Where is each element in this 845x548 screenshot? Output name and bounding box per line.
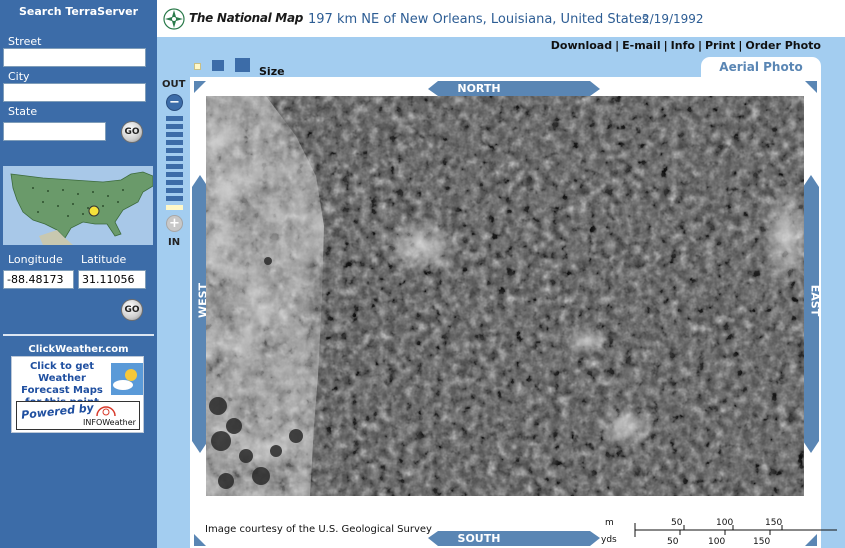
scale-yds-unit: yds [601, 535, 617, 545]
scale-m-unit: m [605, 518, 614, 528]
zoom-level-10[interactable] [166, 188, 183, 193]
infoweather-text: INFOWeather [83, 418, 136, 427]
size-large-button[interactable] [235, 58, 250, 72]
zoom-level-4[interactable] [166, 140, 183, 145]
aerial-photo-image[interactable] [206, 96, 804, 496]
zoom-level-11[interactable] [166, 196, 183, 201]
longitude-input[interactable] [3, 270, 74, 289]
scale-m-tick: 50 [671, 518, 683, 528]
zoom-level-current[interactable] [166, 205, 183, 210]
infoweather-logo-icon [96, 406, 116, 417]
logo-text: The National Map [189, 11, 304, 25]
image-date: 2/19/1992 [642, 12, 704, 26]
search-go-button[interactable]: GO [121, 121, 143, 143]
link-separator: | [738, 39, 743, 52]
city-label: City [8, 70, 30, 83]
image-credit: Image courtesy of the U.S. Geological Su… [205, 524, 432, 535]
pan-east-button[interactable]: EAST [809, 271, 822, 331]
pan-northwest-button[interactable] [194, 81, 206, 93]
link-separator: | [663, 39, 668, 52]
size-medium-button[interactable] [212, 60, 224, 71]
location-title: 197 km NE of New Orleans, Louisiana, Uni… [308, 12, 649, 27]
zoom-out-button[interactable]: − [166, 94, 183, 111]
zoom-level-8[interactable] [166, 172, 183, 177]
sidebar-title: Search TerraServer [18, 5, 139, 18]
street-input[interactable] [3, 48, 146, 67]
sidebar-divider [3, 334, 154, 336]
action-links: Download | E-mail | Info | Print | Order Photo [551, 39, 821, 52]
download-link[interactable]: Download [551, 39, 612, 52]
zoom-level-3[interactable] [166, 132, 183, 137]
zoom-level-5[interactable] [166, 148, 183, 153]
email-link[interactable]: E-mail [622, 39, 661, 52]
state-label: State [8, 105, 38, 118]
zoom-level-1[interactable] [166, 116, 183, 121]
longitude-label: Longitude [8, 253, 63, 266]
aerial-photo-graphic [206, 96, 804, 496]
street-label: Street [8, 35, 42, 48]
zoom-level-2[interactable] [166, 124, 183, 129]
scale-yds-tick: 100 [708, 537, 725, 545]
coords-go-button[interactable]: GO [121, 299, 143, 321]
national-map-logo-icon [163, 8, 185, 30]
overview-map[interactable] [3, 166, 153, 245]
header: The National Map 197 km NE of New Orlean… [157, 0, 845, 37]
pan-southwest-button[interactable] [194, 534, 206, 546]
order-photo-link[interactable]: Order Photo [745, 39, 821, 52]
scale-yds-tick: 150 [753, 537, 770, 545]
zoom-level-9[interactable] [166, 180, 183, 185]
info-link[interactable]: Info [671, 39, 695, 52]
scale-yds-tick: 50 [667, 537, 679, 545]
pan-south-button[interactable]: SOUTH [437, 532, 521, 545]
pan-northeast-button[interactable] [805, 81, 817, 93]
scale-bar: m yds 50 100 150 50 100 150 [601, 518, 837, 545]
zoom-in-label: IN [168, 237, 181, 248]
scale-m-tick: 100 [716, 518, 733, 528]
city-input[interactable] [3, 83, 146, 102]
size-small-button[interactable] [194, 63, 201, 70]
clickweather-title: ClickWeather.com [28, 344, 129, 355]
us-map-graphic [3, 166, 153, 245]
tab-aerial-photo[interactable]: Aerial Photo [701, 57, 821, 77]
zoom-in-button[interactable]: + [166, 215, 183, 232]
scale-m-tick: 150 [765, 518, 782, 528]
latitude-input[interactable] [78, 270, 146, 289]
clickweather-widget[interactable]: Click to get Weather Forecast Maps for t… [11, 356, 144, 433]
pan-north-button[interactable]: NORTH [437, 82, 521, 95]
link-separator: | [615, 39, 620, 52]
infoweather-badge: Powered by INFOWeather [16, 401, 140, 430]
zoom-level-7[interactable] [166, 164, 183, 169]
weather-sun-icon [111, 363, 143, 395]
zoom-out-label: OUT [162, 79, 186, 90]
zoom-level-6[interactable] [166, 156, 183, 161]
print-link[interactable]: Print [705, 39, 735, 52]
link-separator: | [697, 39, 702, 52]
sidebar: Search TerraServer Street City State GO … [0, 0, 157, 548]
latitude-label: Latitude [81, 253, 127, 266]
state-input[interactable] [3, 122, 106, 141]
